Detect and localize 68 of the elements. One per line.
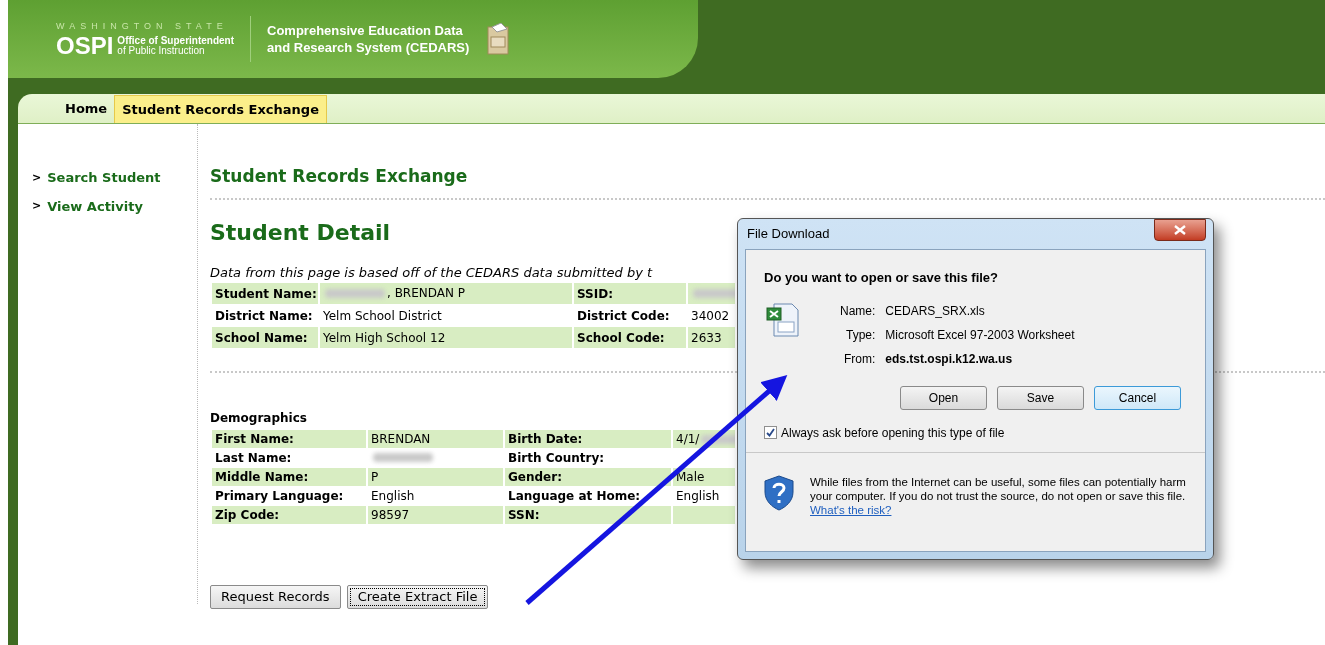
field-label: Student Name: (215, 286, 317, 301)
checkbox-box[interactable] (764, 426, 777, 439)
field-label: District Name: (215, 308, 313, 323)
dialog-button[interactable]: Save (997, 385, 1084, 410)
always-ask-checkbox[interactable]: Always ask before opening this type of file (764, 423, 1187, 442)
field-label: From: (843, 350, 876, 368)
dialog-question: Do you want to open or save this file? (764, 269, 1000, 287)
field-value: , BRENDAN P (387, 285, 466, 303)
field-label: School Code: (577, 330, 665, 345)
sidebar-link[interactable]: View Activity (47, 196, 143, 216)
checkbox-label: Always ask before opening this type of file (781, 424, 1005, 442)
agency-name: Office of Superintendent (117, 35, 235, 46)
field-label: Primary Language: (215, 489, 344, 503)
field-value: eds.tst.ospi.k12.wa.us (885, 350, 1014, 368)
field-label: Type: (845, 326, 876, 344)
field-label: Name: (840, 302, 876, 320)
risk-link[interactable]: What's the risk? (810, 503, 892, 516)
state-label: WASHINGTON STATE (56, 20, 229, 34)
shield-question-icon (764, 474, 794, 511)
page-title: Student Records Exchange (210, 165, 468, 188)
dialog-button[interactable]: Open (900, 385, 987, 410)
field-label: Middle Name: (215, 470, 309, 484)
nav-tab[interactable]: Home (58, 95, 115, 123)
field-label: Last Name: (215, 451, 292, 465)
form-button[interactable]: Request Records (210, 585, 341, 609)
field-label: Gender: (508, 470, 562, 484)
field-value: Male (676, 469, 705, 486)
bullet-marker: > (32, 169, 42, 186)
file-cabinet-icon (485, 23, 512, 55)
system-title: and Research System (CEDARS) (267, 39, 470, 56)
field-value: BRENDAN (371, 431, 431, 448)
field-label: SSID: (577, 286, 613, 301)
field-value: 4/1/ (676, 431, 700, 448)
field-value: 34002 (691, 307, 730, 325)
field-value: 98597 (371, 507, 410, 524)
section-title: Student Detail (210, 218, 391, 247)
note-text: Data from this page is based off of the CEDARS data submitted by t (210, 263, 653, 282)
field-label: Language at Home: (508, 489, 641, 503)
system-title: Comprehensive Education Data (267, 22, 464, 39)
field-label: Birth Country: (508, 451, 605, 465)
field-label: First Name: (215, 432, 294, 446)
dialog-button[interactable]: Cancel (1094, 385, 1181, 410)
close-icon (1174, 225, 1186, 235)
field-label: District Code: (577, 308, 670, 323)
field-value: Microsoft Excel 97-2003 Worksheet (885, 326, 1075, 344)
logo: OSPI (56, 33, 114, 58)
sidebar-link[interactable]: Search Student (47, 168, 161, 188)
field-label: School Name: (215, 330, 308, 345)
close-button[interactable] (1154, 219, 1206, 241)
form-button[interactable]: Create Extract File (346, 585, 489, 609)
nav-tab[interactable]: Student Records Exchange (114, 95, 327, 123)
field-value: English (371, 488, 415, 505)
dialog-title: File Download (746, 225, 830, 244)
warning-text: While files from the Internet can be useful, some files can potentially harm your computer. If you do not trust the source, do not open or save this file. What's the risk? (810, 474, 1187, 517)
checkmark-icon (766, 428, 775, 437)
field-label: Birth Date: (508, 432, 583, 446)
field-value: 2633 (691, 329, 722, 347)
field-value: Yelm High School 12 (323, 329, 446, 347)
field-value: P (371, 469, 379, 486)
spreadsheet-file-icon (766, 301, 800, 338)
field-value: CEDARS_SRX.xls (885, 302, 986, 320)
field-value: Yelm School District (323, 307, 442, 325)
field-value: English (676, 488, 720, 505)
bullet-marker: > (32, 198, 42, 214)
section-heading: Demographics (210, 410, 307, 427)
field-label: Zip Code: (215, 508, 280, 522)
agency-name: of Public Instruction (117, 45, 205, 56)
field-label: SSN: (508, 508, 540, 522)
